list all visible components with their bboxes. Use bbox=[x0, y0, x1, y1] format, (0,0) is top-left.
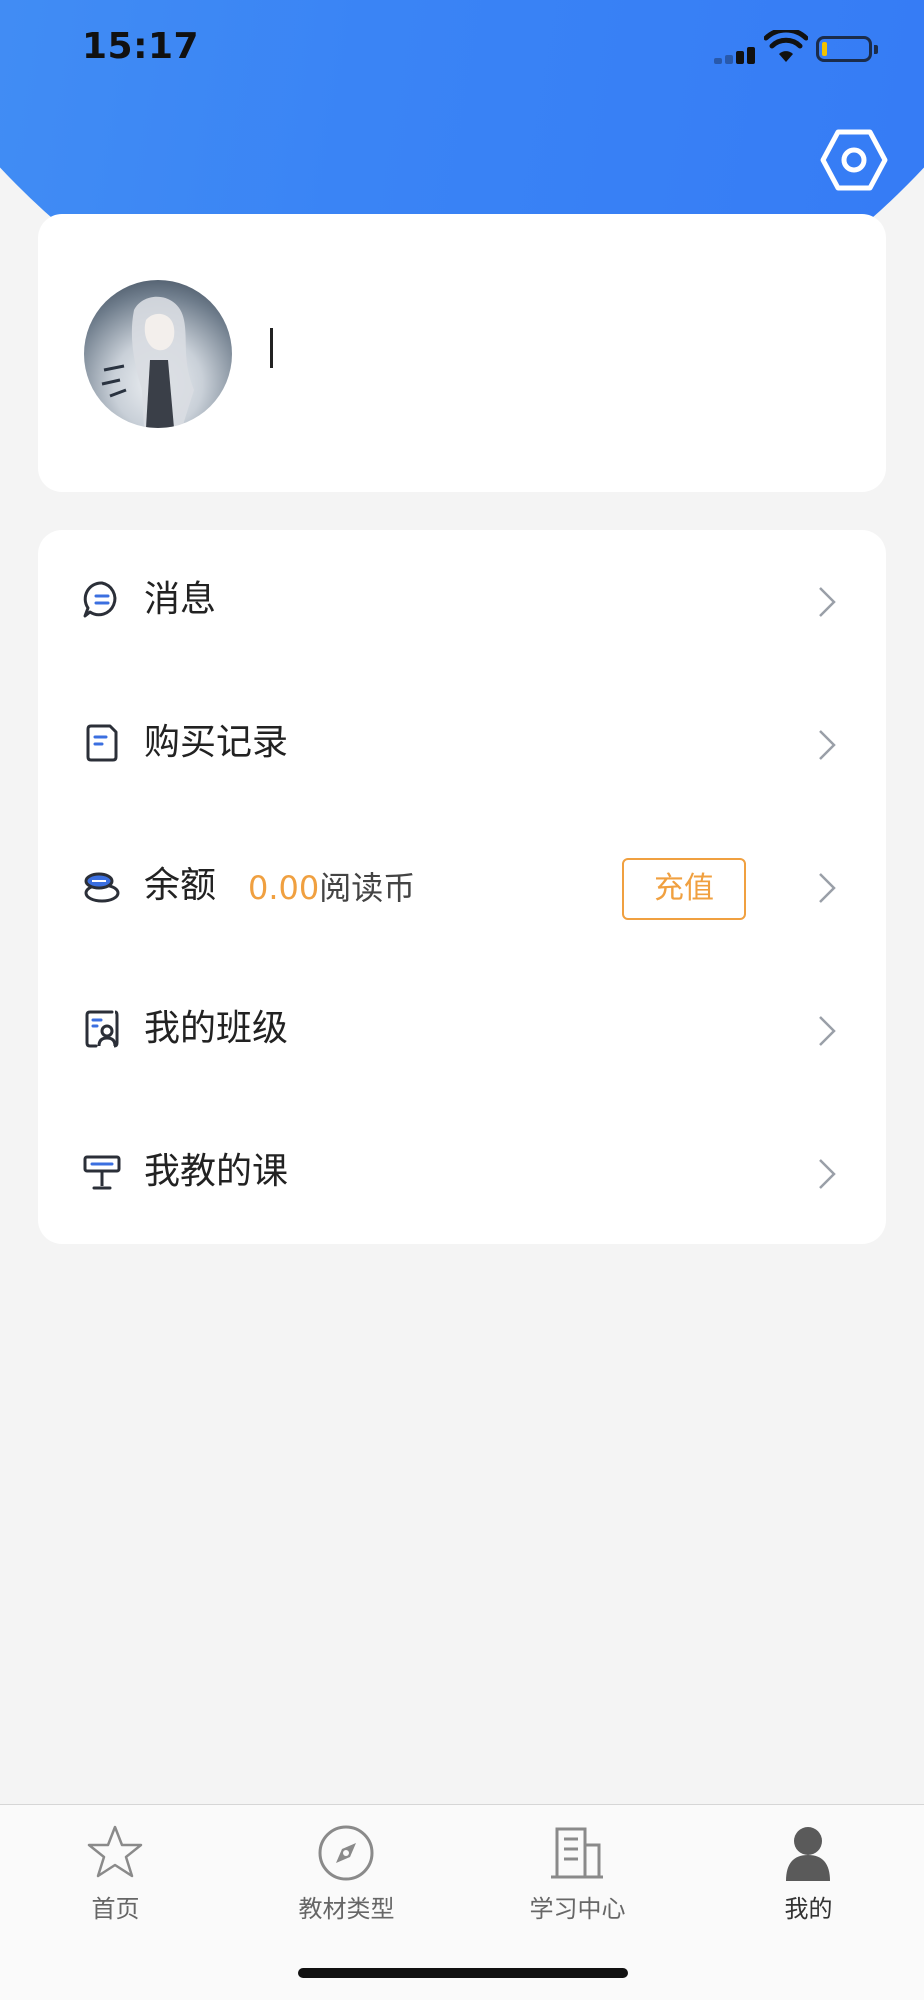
lectern-icon bbox=[83, 1155, 121, 1190]
star-icon bbox=[87, 1825, 143, 1878]
menu-label: 消息 bbox=[144, 579, 217, 620]
cellular-signal-icon bbox=[714, 44, 760, 64]
wifi-icon bbox=[764, 30, 808, 62]
menu-label: 我的班级 bbox=[144, 1008, 289, 1049]
avatar-illustration bbox=[101, 296, 194, 428]
tab-label: 教材类型 bbox=[298, 1895, 395, 1923]
profile-card[interactable] bbox=[38, 214, 886, 492]
class-roster-icon bbox=[85, 1010, 119, 1048]
person-icon bbox=[786, 1827, 830, 1881]
tab-home[interactable]: 首页 bbox=[0, 1805, 231, 1935]
tab-label: 我的 bbox=[784, 1895, 833, 1923]
status-bar: 15:17 bbox=[0, 0, 924, 100]
menu-item-messages[interactable]: 消息 bbox=[38, 530, 886, 673]
menu-label: 我教的课 bbox=[144, 1151, 289, 1192]
tab-label: 首页 bbox=[91, 1895, 140, 1923]
menu-item-purchase-records[interactable]: 购买记录 bbox=[38, 673, 886, 816]
message-bubble-icon bbox=[83, 581, 117, 618]
status-time: 15:17 bbox=[82, 26, 200, 67]
recharge-button[interactable]: 充值 bbox=[622, 858, 746, 920]
menu-card: 消息 购买记录 余额 0.00阅读币 充值 我的班级 我教的课 bbox=[38, 530, 886, 1244]
balance-value: 0.00 bbox=[248, 869, 320, 907]
menu-item-my-class[interactable]: 我的班级 bbox=[38, 959, 886, 1102]
balance-unit: 阅读币 bbox=[319, 869, 416, 907]
avatar[interactable] bbox=[84, 280, 232, 428]
menu-item-my-courses[interactable]: 我教的课 bbox=[38, 1102, 886, 1245]
chevron-right-icon bbox=[819, 587, 836, 617]
chevron-right-icon bbox=[819, 1159, 836, 1189]
building-icon bbox=[551, 1827, 603, 1879]
chevron-right-icon bbox=[819, 873, 836, 903]
tab-label: 学习中心 bbox=[529, 1895, 626, 1923]
username-field[interactable] bbox=[270, 328, 273, 368]
tab-textbook-types[interactable]: 教材类型 bbox=[231, 1805, 462, 1935]
menu-item-balance[interactable]: 余额 0.00阅读币 充值 bbox=[38, 816, 886, 959]
home-indicator[interactable] bbox=[298, 1968, 628, 1978]
settings-hexagon-icon[interactable] bbox=[820, 128, 888, 192]
tab-mine[interactable]: 我的 bbox=[693, 1805, 924, 1935]
balance-amount: 0.00阅读币 bbox=[248, 868, 415, 908]
menu-label: 购买记录 bbox=[144, 722, 289, 763]
coins-icon bbox=[84, 872, 120, 903]
chevron-right-icon bbox=[819, 1016, 836, 1046]
compass-icon bbox=[318, 1825, 374, 1881]
receipt-icon bbox=[86, 724, 118, 762]
chevron-right-icon bbox=[819, 730, 836, 760]
battery-icon bbox=[816, 36, 878, 62]
menu-label: 余额 bbox=[144, 865, 217, 906]
tab-learning-center[interactable]: 学习中心 bbox=[462, 1805, 693, 1935]
